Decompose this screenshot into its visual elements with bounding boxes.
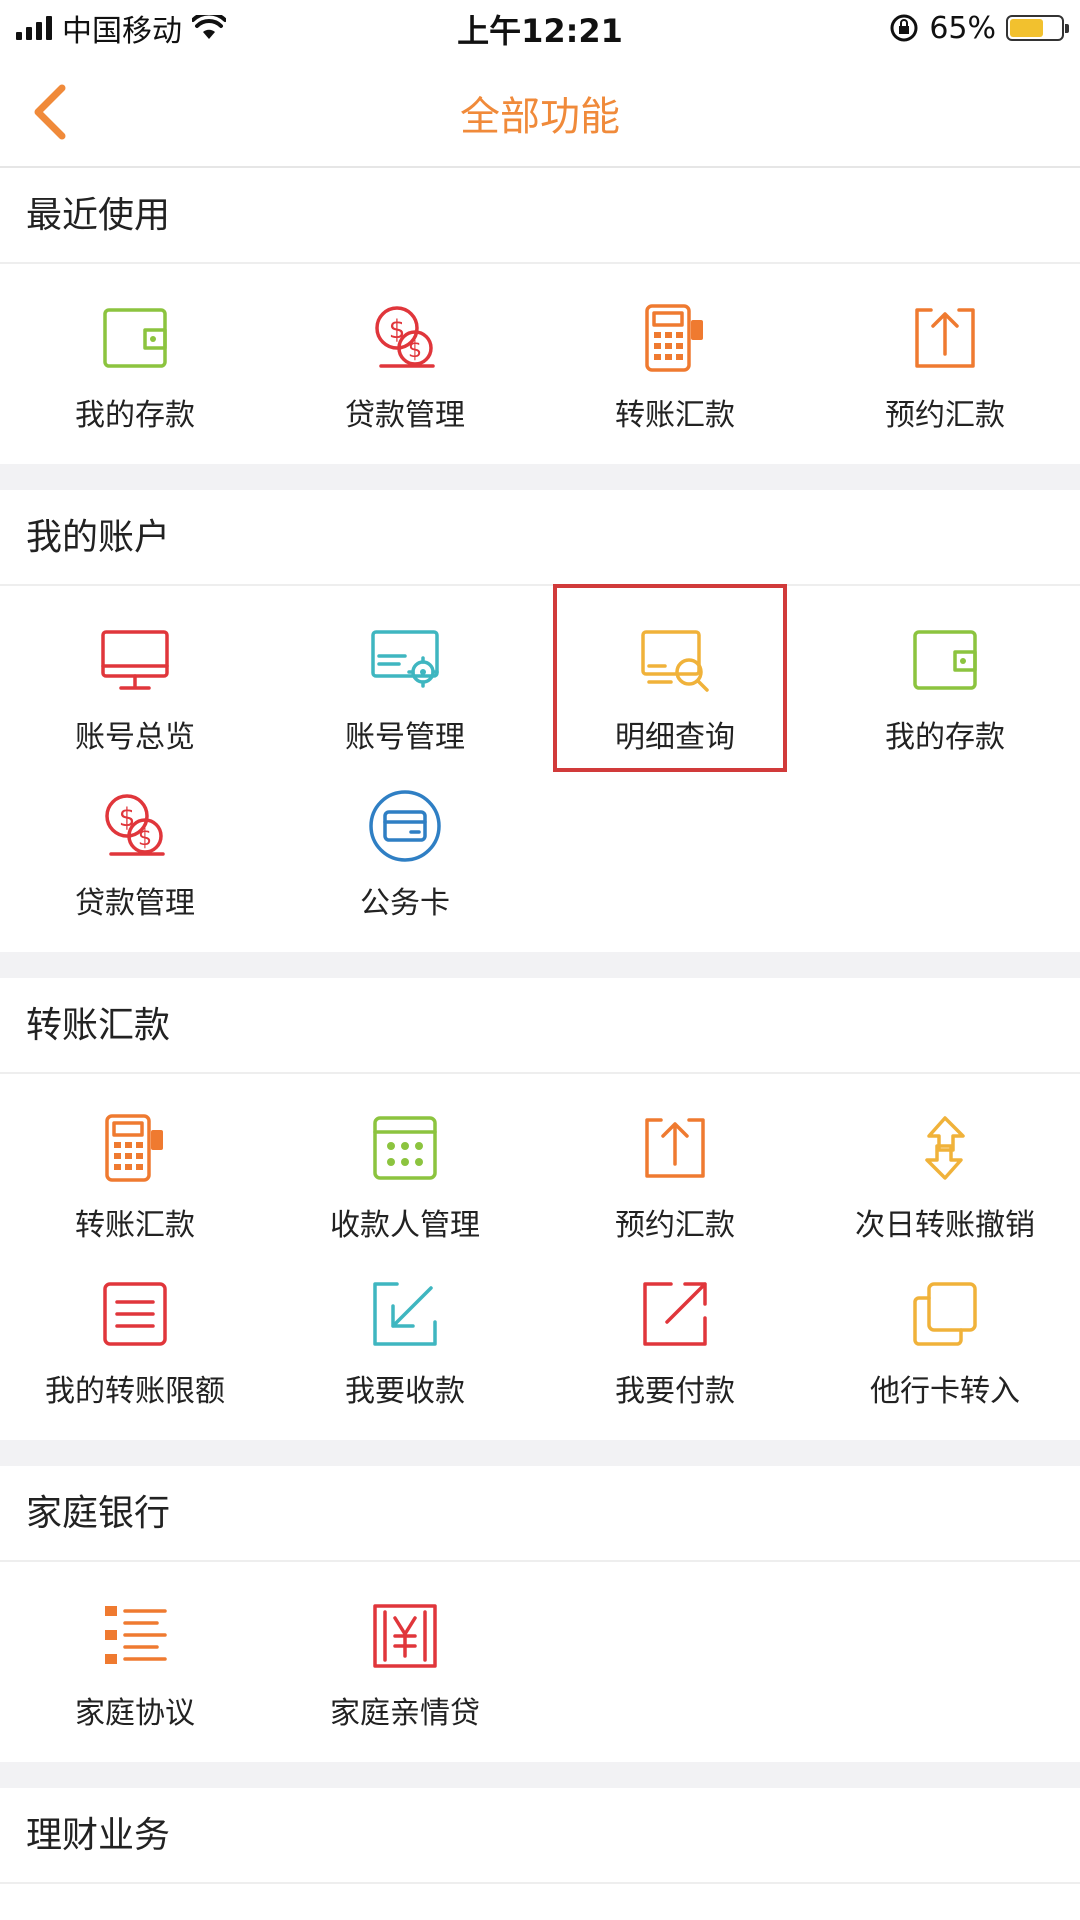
function-item[interactable]: 我要付款 <box>540 1250 810 1416</box>
rotation-lock-icon <box>890 14 918 42</box>
section-transfer: 转账汇款 转账汇款 收款人管理 预约汇款 次日转账撤销 我的转账限额 我要收款 我要付款 他行… <box>0 978 1080 1440</box>
function-item[interactable]: 账号总览 <box>0 596 270 762</box>
function-item[interactable]: 预约汇款 <box>540 1084 810 1250</box>
function-item[interactable]: $ $ 贷款管理 <box>0 762 270 928</box>
list-lines-icon <box>105 1606 167 1664</box>
function-item-label: 转账汇款 <box>615 398 735 433</box>
wallet-icon <box>103 308 167 368</box>
page-title: 全部功能 <box>460 94 620 140</box>
coins-icon: $$ <box>105 794 165 856</box>
exchange-arrows-icon <box>925 1116 965 1180</box>
section-divider <box>0 464 1080 490</box>
section-title-family: 家庭银行 <box>0 1466 1080 1562</box>
list-box-icon <box>103 1282 167 1346</box>
function-item[interactable]: 收款人管理 <box>270 1084 540 1250</box>
arrow-out-icon <box>643 1282 707 1346</box>
function-item-label: 账号管理 <box>345 720 465 755</box>
function-list: 最近使用 我的存款 $ $ 贷款管理 转账汇款 预约汇款 我的账户 账号总览 账号管理 明细查… <box>0 168 1080 1884</box>
section-divider <box>0 952 1080 978</box>
upload-icon <box>915 308 975 368</box>
pos-terminal-icon <box>105 1114 163 1182</box>
yen-box-icon <box>373 1604 437 1668</box>
function-item-label: 贷款管理 <box>345 398 465 433</box>
section-title-account: 我的账户 <box>0 490 1080 586</box>
grid-recent: 我的存款 $ $ 贷款管理 转账汇款 预约汇款 <box>0 264 1080 464</box>
function-item[interactable]: 我的存款 <box>0 274 270 440</box>
grid-family: 家庭协议 家庭亲情贷 <box>0 1562 1080 1762</box>
copy-cards-icon <box>913 1282 977 1346</box>
section-account: 我的账户 账号总览 账号管理 明细查询 我的存款 $ $ 贷款管理 公务卡 <box>0 490 1080 952</box>
section-title-finance: 理财业务 <box>0 1788 1080 1884</box>
nav-bar: 全部功能 <box>0 56 1080 168</box>
monitor-search-icon <box>641 630 709 692</box>
function-item-label: 他行卡转入 <box>870 1374 1020 1409</box>
svg-text:$: $ <box>408 338 422 363</box>
function-item-label: 预约汇款 <box>615 1208 735 1243</box>
function-item[interactable]: 我的存款 <box>810 596 1080 762</box>
monitor-icon <box>101 630 169 690</box>
function-item[interactable]: 转账汇款 <box>540 274 810 440</box>
function-item-label: 账号总览 <box>75 720 195 755</box>
function-item-label: 我的转账限额 <box>45 1374 225 1409</box>
grid-account: 账号总览 账号管理 明细查询 我的存款 $ $ 贷款管理 公务卡 <box>0 586 1080 952</box>
function-item-label: 家庭协议 <box>75 1696 195 1731</box>
section-family: 家庭银行 家庭协议 家庭亲情贷 <box>0 1466 1080 1762</box>
section-title-recent: 最近使用 <box>0 168 1080 264</box>
function-item[interactable]: 家庭亲情贷 <box>270 1572 540 1738</box>
function-item[interactable]: 账号管理 <box>270 596 540 762</box>
function-item-label: 次日转账撤销 <box>855 1208 1035 1243</box>
wallet-icon <box>913 630 977 690</box>
function-item[interactable]: 我的转账限额 <box>0 1250 270 1416</box>
calendar-grid-icon <box>373 1116 437 1180</box>
function-item-label: 我要收款 <box>345 1374 465 1409</box>
card-circle-icon <box>369 790 441 862</box>
function-item[interactable]: 公务卡 <box>270 762 540 928</box>
function-item-label: 转账汇款 <box>75 1208 195 1243</box>
status-right: 65% <box>889 8 1069 48</box>
arrow-in-icon <box>373 1282 437 1346</box>
function-item[interactable]: 次日转账撤销 <box>810 1084 1080 1250</box>
monitor-gear-icon <box>371 630 439 688</box>
function-item-label: 贷款管理 <box>75 886 195 921</box>
section-recent: 最近使用 我的存款 $ $ 贷款管理 转账汇款 预约汇款 <box>0 168 1080 464</box>
battery-level <box>1010 19 1043 37</box>
section-finance: 理财业务 <box>0 1788 1080 1884</box>
function-item-label: 我的存款 <box>75 398 195 433</box>
battery-percent: 65% <box>929 10 996 46</box>
upload-icon <box>645 1118 705 1178</box>
function-item-label: 明细查询 <box>615 720 735 755</box>
svg-text:$: $ <box>138 826 152 851</box>
function-item[interactable]: 预约汇款 <box>810 274 1080 440</box>
section-divider <box>0 1440 1080 1466</box>
coins-icon: $$ <box>375 306 435 368</box>
battery-icon <box>1006 15 1069 41</box>
function-item-label: 家庭亲情贷 <box>330 1696 480 1731</box>
function-item[interactable]: 转账汇款 <box>0 1084 270 1250</box>
function-item-label: 公务卡 <box>360 886 450 921</box>
function-item[interactable]: 明细查询 <box>540 596 810 762</box>
status-bar: 中国移动 上午12:21 65% <box>0 0 1080 56</box>
function-item-label: 我的存款 <box>885 720 1005 755</box>
section-divider <box>0 1762 1080 1788</box>
section-title-transfer: 转账汇款 <box>0 978 1080 1074</box>
function-item[interactable]: $ $ 贷款管理 <box>270 274 540 440</box>
function-item[interactable]: 家庭协议 <box>0 1572 270 1738</box>
function-item-label: 收款人管理 <box>330 1208 480 1243</box>
function-item[interactable]: 我要收款 <box>270 1250 540 1416</box>
function-item-label: 我要付款 <box>615 1374 735 1409</box>
function-item-label: 预约汇款 <box>885 398 1005 433</box>
grid-transfer: 转账汇款 收款人管理 预约汇款 次日转账撤销我的转账限额 我要收款 我要付款 他行卡转入 <box>0 1074 1080 1440</box>
pos-terminal-icon <box>645 304 703 372</box>
function-item[interactable]: 他行卡转入 <box>810 1250 1080 1416</box>
